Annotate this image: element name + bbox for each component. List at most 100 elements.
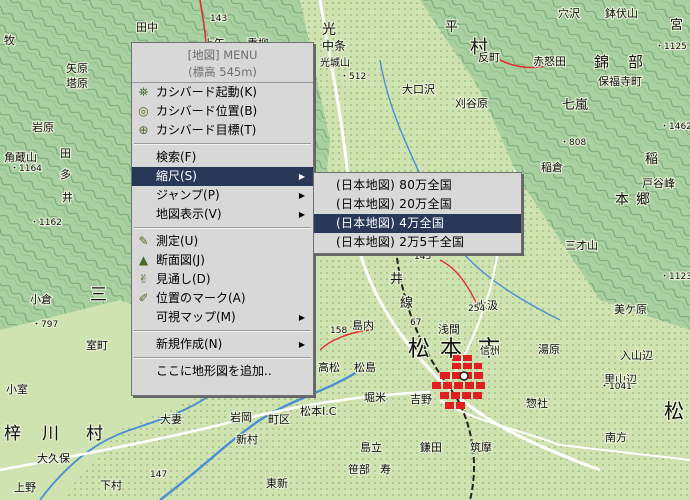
map-label: 浅間 bbox=[438, 323, 460, 336]
menu-item-label: 測定(U) bbox=[156, 234, 199, 248]
map-label: 田 bbox=[60, 147, 71, 160]
menu-header: [地図] MENU (標高 545m) bbox=[132, 43, 313, 83]
map-label: 大口沢 bbox=[402, 82, 435, 96]
map-label: 笹部 bbox=[348, 462, 370, 476]
map-label: 67 bbox=[410, 318, 421, 328]
map-label: 大久保 bbox=[37, 451, 70, 465]
scale-option-4[interactable]: (日本地図) 2万5千全国 bbox=[314, 233, 521, 252]
map-label: 光城山 bbox=[320, 56, 350, 69]
map-label: 刈谷原 bbox=[455, 97, 488, 110]
map-label: 吉野 bbox=[410, 393, 432, 406]
scale-option-2[interactable]: (日本地図) 20万全国 bbox=[314, 195, 521, 214]
map-label: 井 bbox=[390, 272, 403, 287]
scale-option-3[interactable]: (日本地図) 4万全国 bbox=[314, 214, 521, 233]
menu-item-10[interactable]: ✌ 見通し(D) bbox=[132, 270, 313, 289]
map-label: 下村 bbox=[100, 478, 122, 492]
elevation-readout: (標高 545m) bbox=[188, 65, 257, 79]
map-label: 保福寺町 bbox=[598, 74, 642, 88]
map-label: 赤怒田 bbox=[533, 54, 566, 68]
menu-item-label: ジャンプ(P) bbox=[156, 188, 220, 202]
menu-item-5[interactable]: 縮尺(S) ▶ bbox=[132, 167, 313, 186]
menu-item-7[interactable]: 地図表示(V) ▶ bbox=[132, 205, 313, 224]
map-label: 七嵐 bbox=[562, 98, 588, 113]
map-label: 松本I.C bbox=[300, 404, 337, 418]
menu-item-11[interactable]: ✐ 位置のマーク(A) bbox=[132, 289, 313, 308]
map-label: 川 bbox=[42, 424, 59, 444]
map-label: 143 bbox=[210, 14, 227, 24]
map-label: 宮 bbox=[670, 17, 683, 33]
menu-separator bbox=[134, 227, 311, 229]
menu-item-label: カシバード位置(B) bbox=[156, 104, 258, 118]
map-label: 岩岡 bbox=[230, 410, 252, 424]
scale-submenu: (日本地図) 80万全国 (日本地図) 20万全国 (日本地図) 4万全国 (日本地図… bbox=[313, 172, 522, 254]
menu-item-label: 縮尺(S) bbox=[156, 169, 197, 183]
menu-item-label: 地図表示(V) bbox=[156, 207, 222, 221]
menu-item-2[interactable]: ◎ カシバード位置(B) bbox=[132, 102, 313, 121]
map-label: 梓 bbox=[4, 424, 21, 444]
kashibird-position-icon: ◎ bbox=[138, 104, 149, 118]
map-label: 戸谷峰 bbox=[642, 177, 675, 190]
map-label: 筑摩 bbox=[470, 440, 492, 454]
map-label: 254 bbox=[468, 304, 485, 314]
map-label: 大妻 bbox=[160, 412, 182, 426]
map-label: 線 bbox=[400, 295, 413, 311]
menu-item-9[interactable]: ▲ 断面図(J) bbox=[132, 251, 313, 270]
menu-item-label: 見通し(D) bbox=[156, 272, 211, 286]
map-label: 田中 bbox=[136, 21, 158, 34]
kashibird-target-icon: ⊕ bbox=[138, 123, 149, 137]
map-label: 三才山 bbox=[565, 238, 598, 252]
map-label: 村 bbox=[86, 424, 103, 444]
menu-item-3[interactable]: ⊕ カシバード目標(T) bbox=[132, 121, 313, 140]
map-label: 島内 bbox=[352, 318, 374, 332]
map-label: ・797 bbox=[32, 320, 58, 330]
scale-option-1[interactable]: (日本地図) 80万全国 bbox=[314, 176, 521, 195]
map-label: 平 bbox=[445, 20, 458, 35]
map-label: 三 bbox=[90, 285, 107, 305]
menu-item-14[interactable]: ここに地形図を追加.. bbox=[132, 362, 313, 381]
menu-item-label: カシバード目標(T) bbox=[156, 123, 257, 137]
menu-item-label: カシバード起動(K) bbox=[156, 85, 257, 99]
map-label: 湯原 bbox=[538, 343, 560, 356]
line-of-sight-icon: ✌ bbox=[138, 272, 149, 286]
map-label: 塔原 bbox=[66, 77, 88, 90]
map-label: 本 bbox=[615, 192, 629, 208]
menu-item-1[interactable]: ⛯ カシバード起動(K) bbox=[132, 83, 313, 102]
map-label: 寿 bbox=[380, 462, 391, 476]
map-label: ・1041 bbox=[600, 382, 632, 392]
menu-item-4[interactable]: 検索(F) bbox=[132, 148, 313, 167]
map-label: 鎌田 bbox=[420, 440, 442, 454]
map-label: 南方 bbox=[605, 430, 627, 444]
map-label: 入山辺 bbox=[620, 349, 653, 362]
menu-item-label: 新規作成(N) bbox=[156, 337, 223, 351]
menu-item-6[interactable]: ジャンプ(P) ▶ bbox=[132, 186, 313, 205]
menu-separator bbox=[134, 357, 311, 359]
menu-item-8[interactable]: ✎ 測定(U) bbox=[132, 232, 313, 251]
map-label: 光 bbox=[322, 22, 336, 38]
map-label: 高松 bbox=[318, 360, 340, 374]
map-label: 郷 bbox=[636, 192, 650, 208]
map-label: ・1125 bbox=[655, 42, 687, 52]
map-label: 松島 bbox=[354, 360, 376, 374]
map-label: 井 bbox=[62, 190, 73, 204]
map-label: 新村 bbox=[236, 432, 258, 446]
map-label: 東新 bbox=[266, 476, 288, 490]
map-label: 多 bbox=[60, 167, 71, 181]
map-label: 稲 bbox=[645, 152, 658, 167]
map-label: 147 bbox=[150, 470, 167, 480]
map-label: 中条 bbox=[322, 38, 346, 53]
map-label: 部 bbox=[628, 53, 643, 71]
map-label: ・808 bbox=[560, 138, 586, 148]
menu-item-12[interactable]: 可視マップ(M) ▶ bbox=[132, 308, 313, 327]
ruler-icon: ✎ bbox=[138, 234, 149, 248]
menu-item-label: ここに地形図を追加.. bbox=[156, 364, 272, 378]
submenu-arrow-icon: ▶ bbox=[298, 313, 305, 322]
map-context-menu: [地図] MENU (標高 545m) ⛯ カシバード起動(K) ◎ カシバード位置(… bbox=[131, 42, 314, 396]
menu-item-13[interactable]: 新規作成(N) ▶ bbox=[132, 335, 313, 354]
submenu-arrow-icon: ▶ bbox=[298, 210, 305, 219]
map-label: 信州 bbox=[480, 345, 500, 357]
position-mark-icon: ✐ bbox=[138, 291, 149, 305]
map-label: 小室 bbox=[6, 382, 28, 396]
map-label: ・1462 bbox=[660, 122, 690, 132]
map-label: 稲倉 bbox=[541, 160, 563, 174]
menu-item-label: 可視マップ(M) bbox=[156, 310, 236, 324]
